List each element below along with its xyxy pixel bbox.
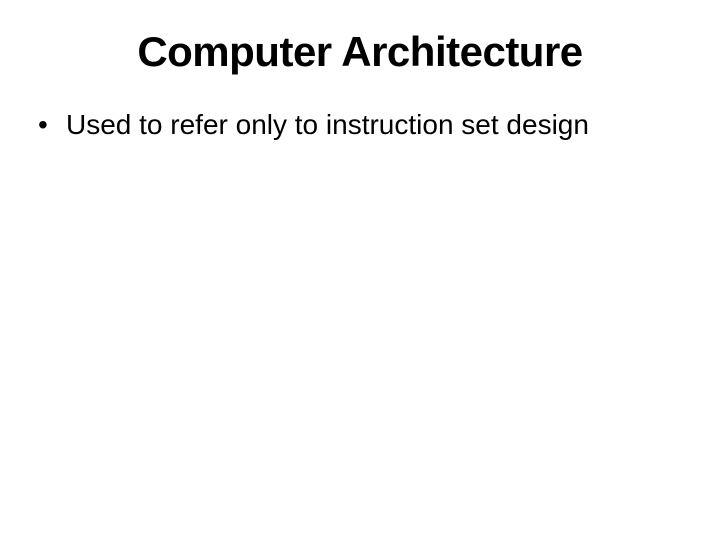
bullet-item: Used to refer only to instruction set de… — [38, 106, 690, 144]
slide-title: Computer Architecture — [30, 28, 690, 76]
bullet-list: Used to refer only to instruction set de… — [30, 106, 690, 144]
slide-container: Computer Architecture Used to refer only… — [0, 0, 720, 540]
